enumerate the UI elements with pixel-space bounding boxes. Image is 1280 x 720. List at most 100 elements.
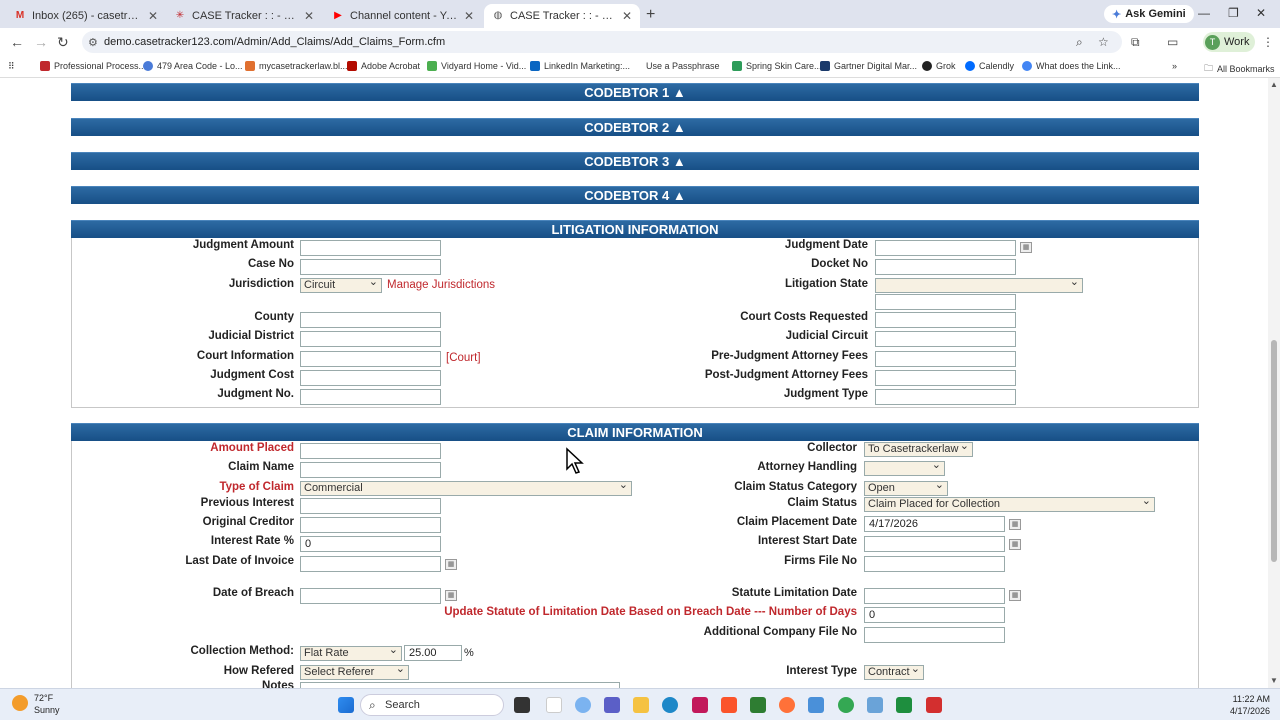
judicial-district-input[interactable]: [300, 331, 441, 347]
all-bookmarks[interactable]: 🗀 All Bookmarks: [1204, 61, 1275, 77]
page-scrollbar[interactable]: ▲ ▼: [1268, 78, 1280, 688]
litigation-state-extra-input[interactable]: [875, 294, 1016, 310]
judgment-type-input[interactable]: [875, 389, 1016, 405]
claim-name-input[interactable]: [300, 462, 441, 478]
interest-type-select[interactable]: Contract: [864, 665, 924, 680]
number-of-days-input[interactable]: 0: [864, 607, 1005, 623]
bookmark-item[interactable]: Use a Passphrase: [632, 61, 720, 71]
interest-rate-input[interactable]: 0: [300, 536, 441, 552]
firefox-icon[interactable]: [779, 697, 795, 713]
judgment-amount-input[interactable]: [300, 240, 441, 256]
google-icon[interactable]: [546, 697, 562, 713]
placement-date-input[interactable]: 4/17/2026: [864, 516, 1005, 532]
type-of-claim-select[interactable]: Commercial: [300, 481, 632, 496]
bookmark-item[interactable]: What does the Link...: [1022, 61, 1121, 71]
app-icon[interactable]: [896, 697, 912, 713]
taskbar-search[interactable]: ⌕ Search: [360, 694, 504, 716]
calendar-icon[interactable]: ▦: [445, 559, 457, 570]
extensions-icon[interactable]: ⧉: [1131, 35, 1140, 50]
codebtor-4-header[interactable]: CODEBTOR 4 ▲: [71, 186, 1199, 204]
bookmark-item[interactable]: Adobe Acrobat: [347, 61, 420, 71]
collection-rate-input[interactable]: 25.00: [404, 645, 462, 661]
bookmark-item[interactable]: Vidyard Home - Vid...: [427, 61, 526, 71]
bookmark-item[interactable]: mycasetrackerlaw.bl...: [245, 61, 348, 71]
docket-no-input[interactable]: [875, 259, 1016, 275]
close-tab-icon[interactable]: ✕: [464, 9, 474, 23]
court-information-input[interactable]: [300, 351, 441, 367]
close-tab-icon[interactable]: ✕: [148, 9, 158, 23]
collector-select[interactable]: To Casetrackerlaw: [864, 442, 973, 457]
tab-casetracker-1[interactable]: ✳ CASE Tracker : : - - - - - - - - - - -…: [166, 4, 322, 28]
tab-search-icon[interactable]: ▭: [1167, 35, 1178, 49]
apps-icon[interactable]: ⠿: [8, 61, 15, 72]
close-window-icon[interactable]: ✕: [1256, 6, 1266, 20]
tab-casetracker-active[interactable]: ◍ CASE Tracker : : - - - - - - - - - - -…: [484, 4, 640, 28]
app-icon[interactable]: [867, 697, 883, 713]
bookmark-item[interactable]: 479 Area Code - Lo...: [143, 61, 243, 71]
todo-icon[interactable]: [808, 697, 824, 713]
judgment-cost-input[interactable]: [300, 370, 441, 386]
original-creditor-input[interactable]: [300, 517, 441, 533]
chrome-icon[interactable]: [838, 697, 854, 713]
site-info-icon[interactable]: ⚙: [88, 36, 98, 49]
address-bar[interactable]: ⚙ demo.casetracker123.com/Admin/Add_Clai…: [82, 31, 1122, 53]
reload-icon[interactable]: ↻: [57, 34, 69, 51]
calendar-icon[interactable]: ▦: [1009, 519, 1021, 530]
bookmark-item[interactable]: LinkedIn Marketing:...: [530, 61, 630, 71]
how-refered-select[interactable]: Select Referer: [300, 665, 409, 680]
judgment-no-input[interactable]: [300, 389, 441, 405]
tab-gmail[interactable]: M Inbox (265) - casetrackerlaw@g ✕: [6, 4, 166, 28]
status-category-select[interactable]: Open: [864, 481, 948, 496]
taskbar-clock[interactable]: 11:22 AM 4/17/2026: [1218, 693, 1270, 717]
new-tab-icon[interactable]: +: [646, 6, 655, 24]
more-bookmarks-icon[interactable]: »: [1172, 61, 1177, 71]
manage-jurisdictions-link[interactable]: Manage Jurisdictions: [387, 279, 495, 291]
windows-start-icon[interactable]: [338, 697, 354, 713]
last-date-invoice-input[interactable]: [300, 556, 441, 572]
ask-gemini-button[interactable]: ✦ Ask Gemini: [1104, 5, 1194, 23]
profile-button[interactable]: T Work: [1203, 32, 1256, 52]
back-icon[interactable]: ←: [10, 34, 24, 50]
court-costs-requested-input[interactable]: [875, 312, 1016, 328]
codebtor-2-header[interactable]: CODEBTOR 2 ▲: [71, 118, 1199, 136]
county-input[interactable]: [300, 312, 441, 328]
app-icon[interactable]: [750, 697, 766, 713]
app-icon[interactable]: [692, 697, 708, 713]
scroll-up-icon[interactable]: ▲: [1270, 80, 1278, 89]
previous-interest-input[interactable]: [300, 498, 441, 514]
file-explorer-icon[interactable]: [633, 697, 649, 713]
collection-method-select[interactable]: Flat Rate: [300, 646, 402, 661]
edge-icon[interactable]: [662, 697, 678, 713]
attorney-handling-select[interactable]: [864, 461, 945, 476]
scrollbar-thumb[interactable]: [1271, 340, 1277, 562]
interest-start-date-input[interactable]: [864, 536, 1005, 552]
codebtor-1-header[interactable]: CODEBTOR 1 ▲: [71, 83, 1199, 101]
judicial-circuit-input[interactable]: [875, 331, 1016, 347]
date-of-breach-input[interactable]: [300, 588, 441, 604]
scroll-down-icon[interactable]: ▼: [1270, 676, 1278, 685]
calendar-icon[interactable]: ▦: [1009, 590, 1021, 601]
minimize-icon[interactable]: —: [1198, 6, 1210, 20]
app-icon[interactable]: [926, 697, 942, 713]
additional-file-no-input[interactable]: [864, 627, 1005, 643]
pre-judgment-fees-input[interactable]: [875, 351, 1016, 367]
brave-icon[interactable]: [721, 697, 737, 713]
close-tab-icon[interactable]: ✕: [622, 9, 632, 23]
calendar-icon[interactable]: ▦: [1020, 242, 1032, 253]
bookmark-item[interactable]: Spring Skin Care...: [732, 61, 822, 71]
bookmark-item[interactable]: Grok: [922, 61, 956, 71]
claim-status-select[interactable]: Claim Placed for Collection: [864, 497, 1155, 512]
court-link[interactable]: [Court]: [446, 352, 481, 364]
bookmark-item[interactable]: Professional Process...: [40, 61, 146, 71]
codebtor-3-header[interactable]: CODEBTOR 3 ▲: [71, 152, 1199, 170]
close-tab-icon[interactable]: ✕: [304, 9, 314, 23]
case-no-input[interactable]: [300, 259, 441, 275]
statute-limitation-date-input[interactable]: [864, 588, 1005, 604]
tab-youtube[interactable]: ▶ Channel content - YouTube Stu ✕: [324, 4, 482, 28]
post-judgment-fees-input[interactable]: [875, 370, 1016, 386]
calendar-icon[interactable]: ▦: [445, 590, 457, 601]
bookmark-item[interactable]: Calendly: [965, 61, 1014, 71]
calendar-icon[interactable]: ▦: [1009, 539, 1021, 550]
litigation-state-select[interactable]: [875, 278, 1083, 293]
bookmark-item[interactable]: Gartner Digital Mar...: [820, 61, 917, 71]
